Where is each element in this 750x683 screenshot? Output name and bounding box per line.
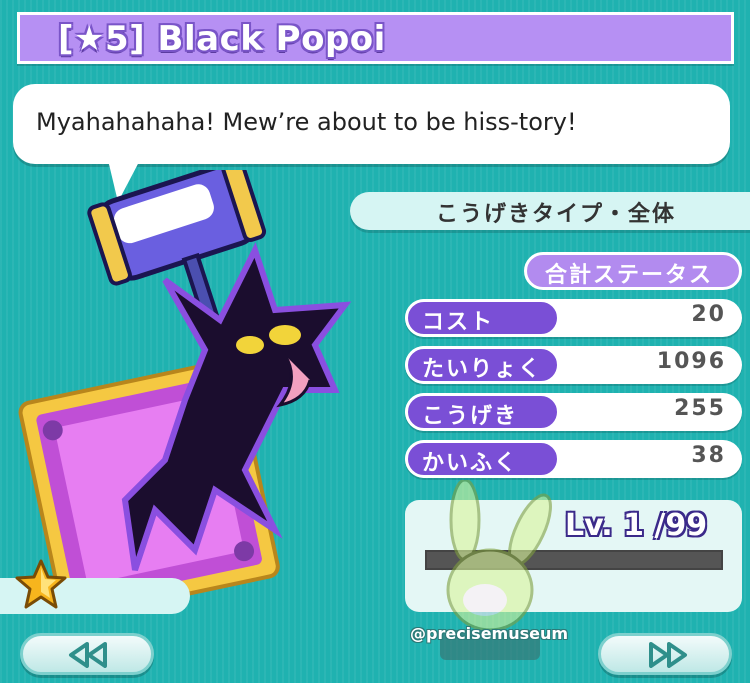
title-bar: [★5] Black Popoi xyxy=(17,12,734,64)
stat-label-box: こうげき xyxy=(405,393,560,431)
level-text: Lv. 1 /99 xyxy=(565,508,708,543)
watermark-text: @precisemuseum xyxy=(410,624,569,643)
next-button[interactable] xyxy=(598,633,732,675)
type-label-pill: こうげきタイプ・全体 xyxy=(350,192,750,230)
star-icon xyxy=(15,559,67,609)
stat-label-box: かいふく xyxy=(405,440,560,478)
stat-label-box: コスト xyxy=(405,299,560,337)
stat-row-hp: たいりょく 1096 xyxy=(405,346,742,384)
character-illustration xyxy=(18,170,352,610)
fast-forward-icon xyxy=(649,642,687,668)
prev-button[interactable] xyxy=(20,633,154,675)
stat-value: 38 xyxy=(691,443,726,468)
card-title: [★5] Black Popoi xyxy=(58,19,386,59)
type-label: こうげきタイプ・全体 xyxy=(436,202,677,227)
speech-text: Myahahahaha! Mew’re about to be hiss-tor… xyxy=(36,108,577,136)
stat-value: 20 xyxy=(691,302,726,327)
stat-row-cost: コスト 20 xyxy=(405,299,742,337)
stat-label: こうげき xyxy=(422,404,519,429)
stat-row-attack: こうげき 255 xyxy=(405,393,742,431)
stat-row-recovery: かいふく 38 xyxy=(405,440,742,478)
total-status-button[interactable]: 合計ステータス xyxy=(524,252,742,290)
total-status-label: 合計ステータス xyxy=(545,263,714,288)
stat-value: 1096 xyxy=(656,349,726,374)
stat-label: たいりょく xyxy=(422,357,543,382)
stat-label-box: たいりょく xyxy=(405,346,560,384)
speech-bubble: Myahahahaha! Mew’re about to be hiss-tor… xyxy=(13,84,730,164)
stat-value: 255 xyxy=(674,396,726,421)
rewind-icon xyxy=(69,642,107,668)
stat-label: コスト xyxy=(422,310,495,335)
stat-label: かいふく xyxy=(422,451,519,476)
